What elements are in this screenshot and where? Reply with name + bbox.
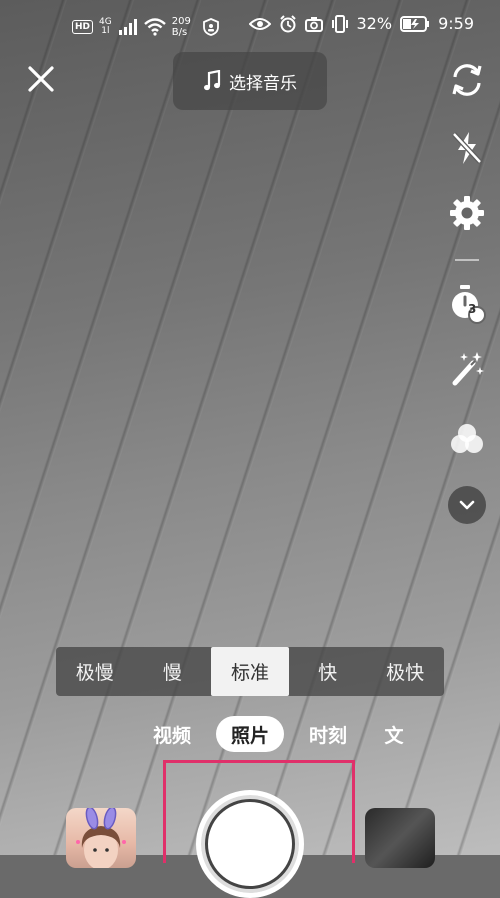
flash-off-icon (452, 132, 482, 164)
settings-button[interactable] (441, 191, 493, 235)
flip-camera-button[interactable] (441, 58, 493, 102)
timer-icon (452, 285, 486, 324)
hd-badge: HD (72, 20, 94, 34)
chevron-down-icon (459, 500, 475, 510)
eye-icon (248, 17, 271, 30)
tab-moment[interactable]: 时刻 (300, 716, 356, 752)
battery-percent: 32% (356, 14, 393, 33)
status-left: HD 4G 1l 209 B/s (72, 16, 219, 38)
effects-button[interactable] (66, 808, 136, 868)
close-icon (28, 66, 54, 92)
clock: 9:59 (438, 14, 474, 33)
shutter-ring (205, 799, 295, 889)
more-circle (448, 486, 486, 524)
speed-option[interactable]: 极慢 (56, 647, 134, 696)
speed-selector: 极慢 慢 标准 快 极快 (56, 647, 444, 696)
effect-preview-thumbnail (76, 808, 126, 868)
gallery-thumbnail[interactable] (365, 808, 435, 868)
filter-button[interactable] (441, 417, 493, 461)
beauty-wand-icon (452, 352, 484, 386)
close-button[interactable] (24, 62, 58, 96)
net-speed: 209 B/s (172, 16, 191, 38)
speed-option[interactable]: 极快 (366, 647, 444, 696)
speed-option[interactable]: 快 (289, 647, 367, 696)
timer-button[interactable]: 3 (441, 282, 493, 326)
alarm-icon (279, 14, 296, 32)
rail-divider (455, 259, 479, 261)
beauty-button[interactable] (441, 347, 493, 391)
status-bar: HD 4G 1l 209 B/s 32% 9:59 (0, 0, 500, 58)
flash-toggle-button[interactable] (441, 126, 493, 170)
speed-option[interactable]: 慢 (134, 647, 212, 696)
mode-tabs: 视频 照片 时刻 文 (140, 716, 440, 754)
battery-icon (400, 15, 430, 32)
tab-video[interactable]: 视频 (144, 716, 200, 752)
signal-icon (118, 19, 137, 35)
net-speed-unit: B/s (171, 27, 188, 38)
vibrate-icon (331, 14, 348, 33)
status-right: 32% 9:59 (248, 14, 474, 33)
select-music-button[interactable]: 选择音乐 (173, 52, 327, 110)
tab-text[interactable]: 文 (376, 716, 412, 752)
speed-option-selected[interactable]: 标准 (211, 647, 289, 696)
more-options-button[interactable] (441, 483, 493, 527)
flip-camera-icon (452, 64, 482, 96)
camera-status-icon (304, 16, 323, 32)
network-indicator: 4G 1l (99, 18, 112, 36)
shield-icon (202, 18, 219, 36)
settings-icon (450, 196, 484, 230)
net-speed-value: 209 (171, 16, 191, 27)
tab-photo[interactable]: 照片 (216, 716, 284, 752)
wifi-icon (143, 18, 166, 36)
music-note-icon (204, 70, 221, 91)
select-music-label: 选择音乐 (229, 73, 297, 94)
network-sub: 1l (101, 26, 110, 36)
timer-badge: 3 (468, 302, 477, 316)
filter-icon (451, 424, 483, 453)
